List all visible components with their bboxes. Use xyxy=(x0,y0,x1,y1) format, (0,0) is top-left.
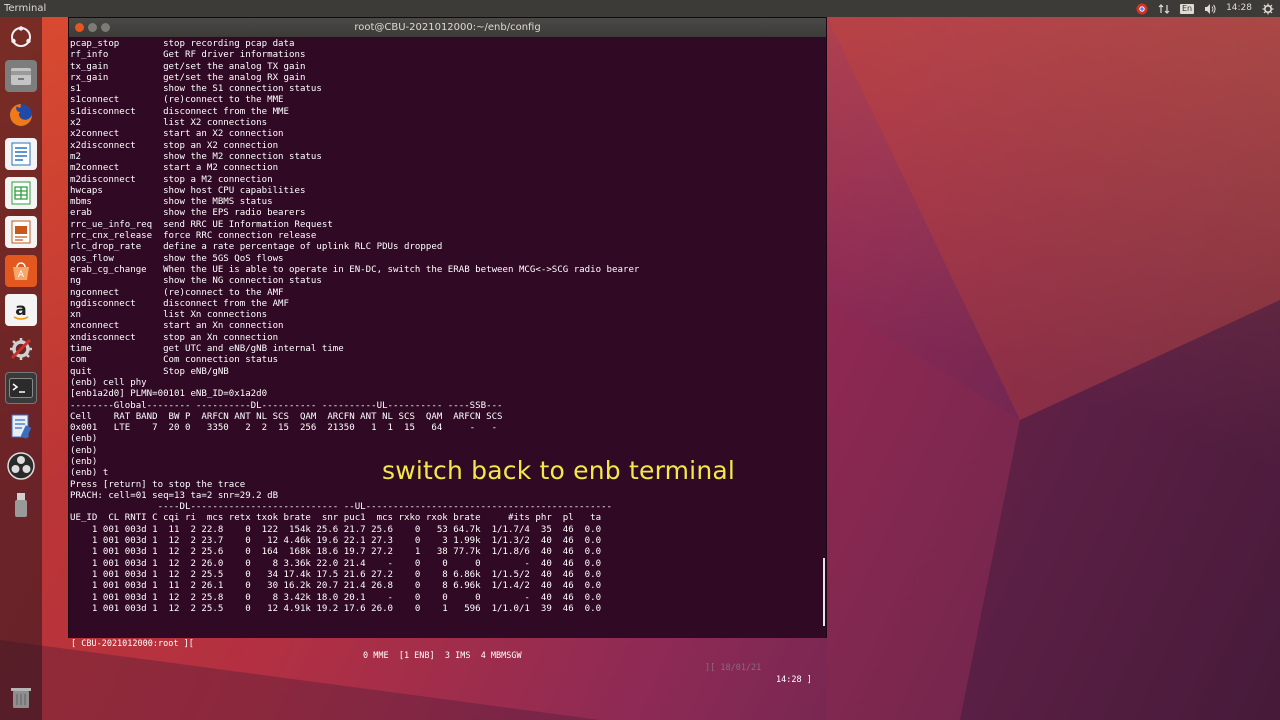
terminal-line: xndisconnect stop an Xn connection xyxy=(70,332,279,343)
terminal-window[interactable]: root@CBU-2021012000:~/enb/config pcap_st… xyxy=(68,17,827,685)
maximize-window-button[interactable] xyxy=(101,23,110,32)
terminal-line: time get UTC and eNB/gNB internal time xyxy=(70,344,344,355)
terminal-line: 1 001 003d 1 12 2 25.6 0 164 168k 18.6 1… xyxy=(70,547,602,558)
terminal-line: x2disconnect stop an X2 connection xyxy=(70,140,279,151)
close-window-button[interactable] xyxy=(75,23,84,32)
system-settings-icon[interactable] xyxy=(5,333,37,365)
terminal-line: xnconnect start an Xn connection xyxy=(70,321,284,332)
volume-icon[interactable] xyxy=(1204,3,1216,15)
terminal-line: ngdisconnect disconnect from the AMF xyxy=(70,298,289,309)
status-session: [ CBU-2021012000:root ][ xyxy=(71,639,194,649)
terminal-line: Cell RAT BAND BW P ARFCN ANT NL SCS QAM … xyxy=(70,411,503,422)
terminal-line: s1disconnect disconnect from the MME xyxy=(70,106,289,117)
terminal-line: ----DL--------------------------- --UL--… xyxy=(70,502,613,513)
terminal-line: erab show the EPS radio bearers xyxy=(70,208,306,219)
terminal-line: rrc_ue_info_req send RRC UE Information … xyxy=(70,219,333,230)
terminal-line: qos_flow show the 5GS QoS flows xyxy=(70,253,284,264)
status-time: 14:28 ] xyxy=(776,675,812,685)
files-icon[interactable] xyxy=(5,60,37,92)
terminal-output[interactable]: pcap_stop stop recording pcap data rf_inf… xyxy=(69,39,826,636)
terminal-line: UE_ID CL RNTI C cqi ri mcs retx txok bra… xyxy=(70,513,602,524)
terminal-line: hwcaps show host CPU capabilities xyxy=(70,185,306,196)
terminal-line: (enb) cell phy xyxy=(70,377,147,388)
text-editor-icon[interactable] xyxy=(5,411,37,443)
terminal-line: m2disconnect stop a M2 connection xyxy=(70,174,273,185)
terminal-line: x2connect start an X2 connection xyxy=(70,129,284,140)
network-arrows-icon[interactable] xyxy=(1158,3,1170,15)
terminal-line: 1 001 003d 1 12 2 26.0 0 8 3.36k 22.0 21… xyxy=(70,558,602,569)
terminal-line: ng show the NG connection status xyxy=(70,276,322,287)
trash-icon[interactable] xyxy=(5,681,37,713)
terminal-line: mbms show the MBMS status xyxy=(70,197,273,208)
terminal-line: pcap_stop stop recording pcap data xyxy=(70,39,295,49)
terminal-line: rlc_drop_rate define a rate percentage o… xyxy=(70,242,443,253)
system-tray: En 14:28 xyxy=(1136,0,1274,17)
svg-text:a: a xyxy=(15,300,26,320)
tmux-status-bar: [ CBU-2021012000:root ][ 0 MME [1 ENB] 3… xyxy=(69,626,826,685)
status-windows: 0 MME [1 ENB] 3 IMS 4 MBMSGW xyxy=(363,651,522,661)
terminal-icon[interactable] xyxy=(5,372,37,404)
terminal-scrollbar[interactable] xyxy=(823,558,825,626)
terminal-line: 1 001 003d 1 11 2 22.8 0 122 154k 25.6 2… xyxy=(70,524,602,535)
terminal-line: s1connect (re)connect to the MME xyxy=(70,95,284,106)
terminal-line: tx_gain get/set the analog TX gain xyxy=(70,61,306,72)
terminal-line: m2connect start a M2 connection xyxy=(70,163,279,174)
terminal-line: 1 001 003d 1 12 2 25.5 0 34 17.4k 17.5 2… xyxy=(70,569,602,580)
power-gear-icon[interactable] xyxy=(1262,3,1274,15)
terminal-line: 1 001 003d 1 12 2 23.7 0 12 4.46k 19.6 2… xyxy=(70,536,602,547)
terminal-line: m2 show the M2 connection status xyxy=(70,151,322,162)
terminal-line: 1 001 003d 1 12 2 25.8 0 8 3.42k 18.0 20… xyxy=(70,592,602,603)
minimize-window-button[interactable] xyxy=(88,23,97,32)
status-date: ][ 18/01/21 xyxy=(705,663,762,673)
terminal-line: ngconnect (re)connect to the AMF xyxy=(70,287,284,298)
top-panel: Terminal En 14:28 xyxy=(0,0,1280,17)
terminal-line: rrc_cnx_release force RRC connection rel… xyxy=(70,231,317,242)
terminal-line: x2 list X2 connections xyxy=(70,118,268,129)
terminal-line: (enb) xyxy=(70,434,98,445)
writer-icon[interactable] xyxy=(5,138,37,170)
video-caption: switch back to enb terminal xyxy=(382,456,736,485)
terminal-line: 1 001 003d 1 11 2 26.1 0 30 16.2k 20.7 2… xyxy=(70,581,602,592)
calc-icon[interactable] xyxy=(5,177,37,209)
window-title: root@CBU-2021012000:~/enb/config xyxy=(354,22,541,33)
svg-text:A: A xyxy=(18,270,25,280)
obs-icon[interactable] xyxy=(5,450,37,482)
amazon-icon[interactable]: a xyxy=(5,294,37,326)
terminal-line: rf_info Get RF driver informations xyxy=(70,50,306,61)
software-center-icon[interactable]: A xyxy=(5,255,37,287)
terminal-line: xn list Xn connections xyxy=(70,310,268,321)
firefox-icon[interactable] xyxy=(5,99,37,131)
terminal-line: com Com connection status xyxy=(70,355,279,366)
usb-drive-icon[interactable] xyxy=(5,489,37,521)
keyboard-layout-indicator[interactable]: En xyxy=(1179,3,1195,14)
terminal-line: --------Global-------- ----------DL-----… xyxy=(70,400,503,411)
launcher-dock: A a xyxy=(0,17,42,720)
terminal-line: rx_gain get/set the analog RX gain xyxy=(70,72,306,83)
terminal-line: [enb1a2d0] PLMN=00101 eNB_ID=0x1a2d0 xyxy=(70,389,268,400)
chrome-indicator-icon[interactable] xyxy=(1136,3,1148,15)
terminal-line: erab_cg_change When the UE is able to op… xyxy=(70,264,640,275)
clock[interactable]: 14:28 xyxy=(1226,0,1252,17)
dash-icon[interactable] xyxy=(5,21,37,53)
terminal-line: s1 show the S1 connection status xyxy=(70,84,322,95)
terminal-line: PRACH: cell=01 seq=13 ta=2 snr=29.2 dB xyxy=(70,490,279,501)
terminal-line: 0x001 LTE 7 20 0 3350 2 2 15 256 21350 1… xyxy=(70,423,498,434)
impress-icon[interactable] xyxy=(5,216,37,248)
active-app-name: Terminal xyxy=(4,3,47,14)
terminal-line: 1 001 003d 1 12 2 25.5 0 12 4.91k 19.2 1… xyxy=(70,603,602,614)
terminal-line: quit Stop eNB/gNB xyxy=(70,366,229,377)
window-titlebar[interactable]: root@CBU-2021012000:~/enb/config xyxy=(69,18,826,37)
